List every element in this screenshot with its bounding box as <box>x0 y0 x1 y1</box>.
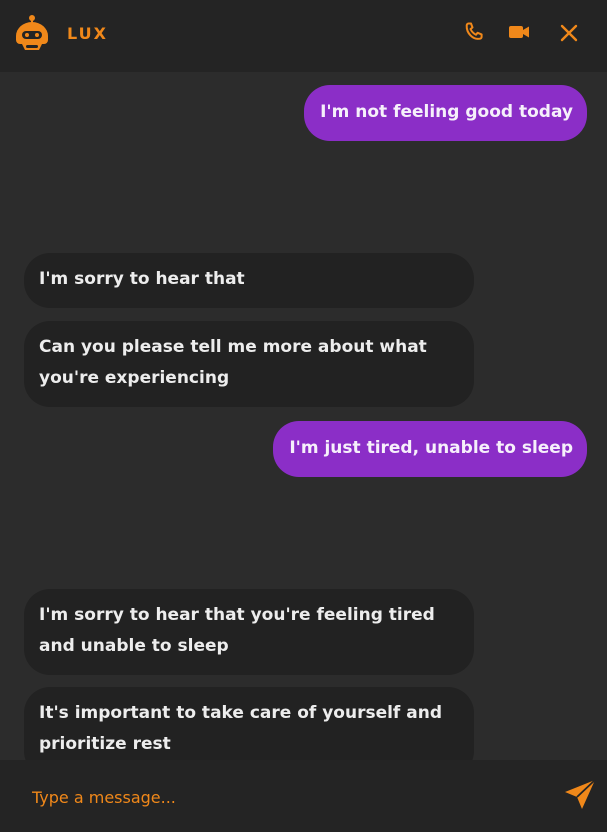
bot-message: Can you please tell me more about what y… <box>24 321 474 407</box>
app-title: LUX <box>67 24 108 43</box>
robot-logo-icon <box>16 15 48 50</box>
video-camera-icon[interactable] <box>507 20 531 44</box>
message-input[interactable] <box>32 783 532 811</box>
composer-bar <box>0 760 607 832</box>
bot-message: I'm sorry to hear that you're feeling ti… <box>24 589 474 675</box>
close-icon[interactable] <box>557 21 581 45</box>
send-icon[interactable] <box>563 778 597 812</box>
chat-window: LUX I'm not feeling good today I'm sorry… <box>0 0 607 832</box>
user-message: I'm just tired, unable to sleep <box>273 421 587 477</box>
user-message: I'm not feeling good today <box>304 85 587 141</box>
bot-message: I'm sorry to hear that <box>24 253 474 308</box>
chat-header: LUX <box>0 0 607 72</box>
phone-icon[interactable] <box>462 20 486 44</box>
